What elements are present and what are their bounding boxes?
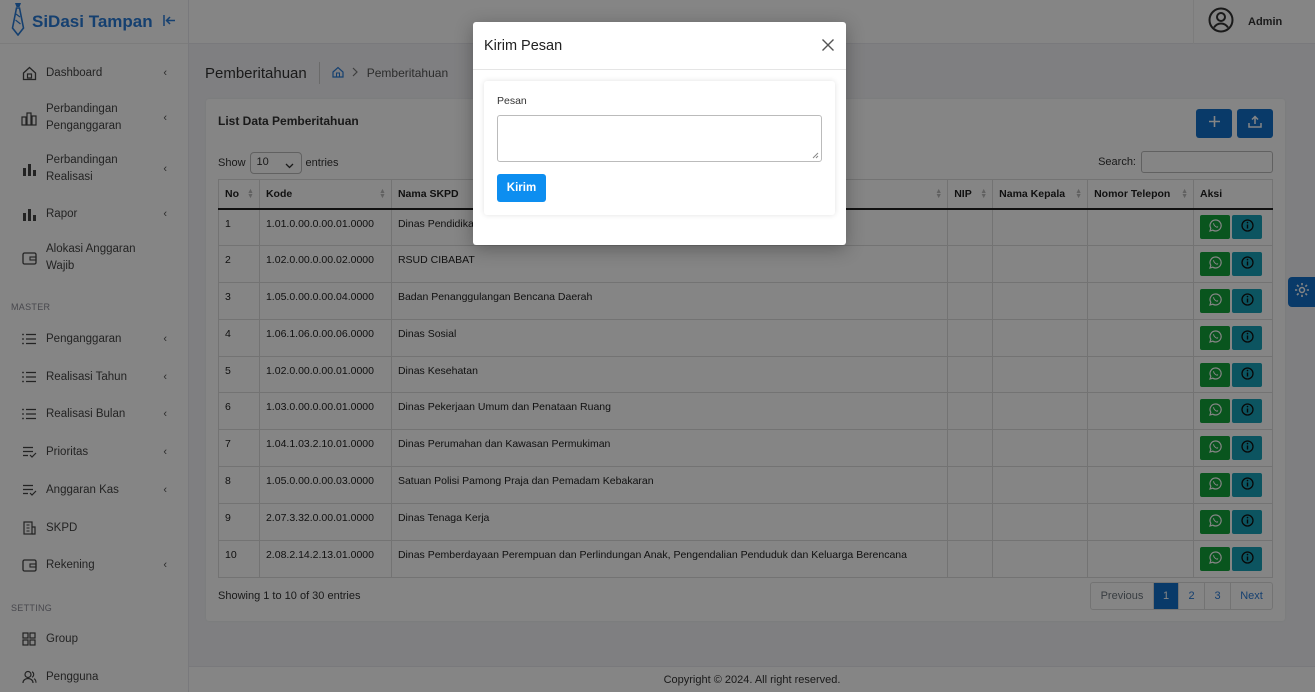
modal-header: Kirim Pesan <box>473 22 846 70</box>
send-message-modal: Kirim Pesan Pesan Kirim <box>473 22 846 245</box>
resize-handle-icon[interactable] <box>812 152 819 159</box>
modal-form: Pesan Kirim <box>484 81 835 215</box>
send-button[interactable]: Kirim <box>497 174 546 202</box>
message-textarea[interactable] <box>497 115 822 162</box>
message-label: Pesan <box>497 95 527 107</box>
modal-title: Kirim Pesan <box>484 37 563 54</box>
close-icon[interactable] <box>821 38 835 52</box>
